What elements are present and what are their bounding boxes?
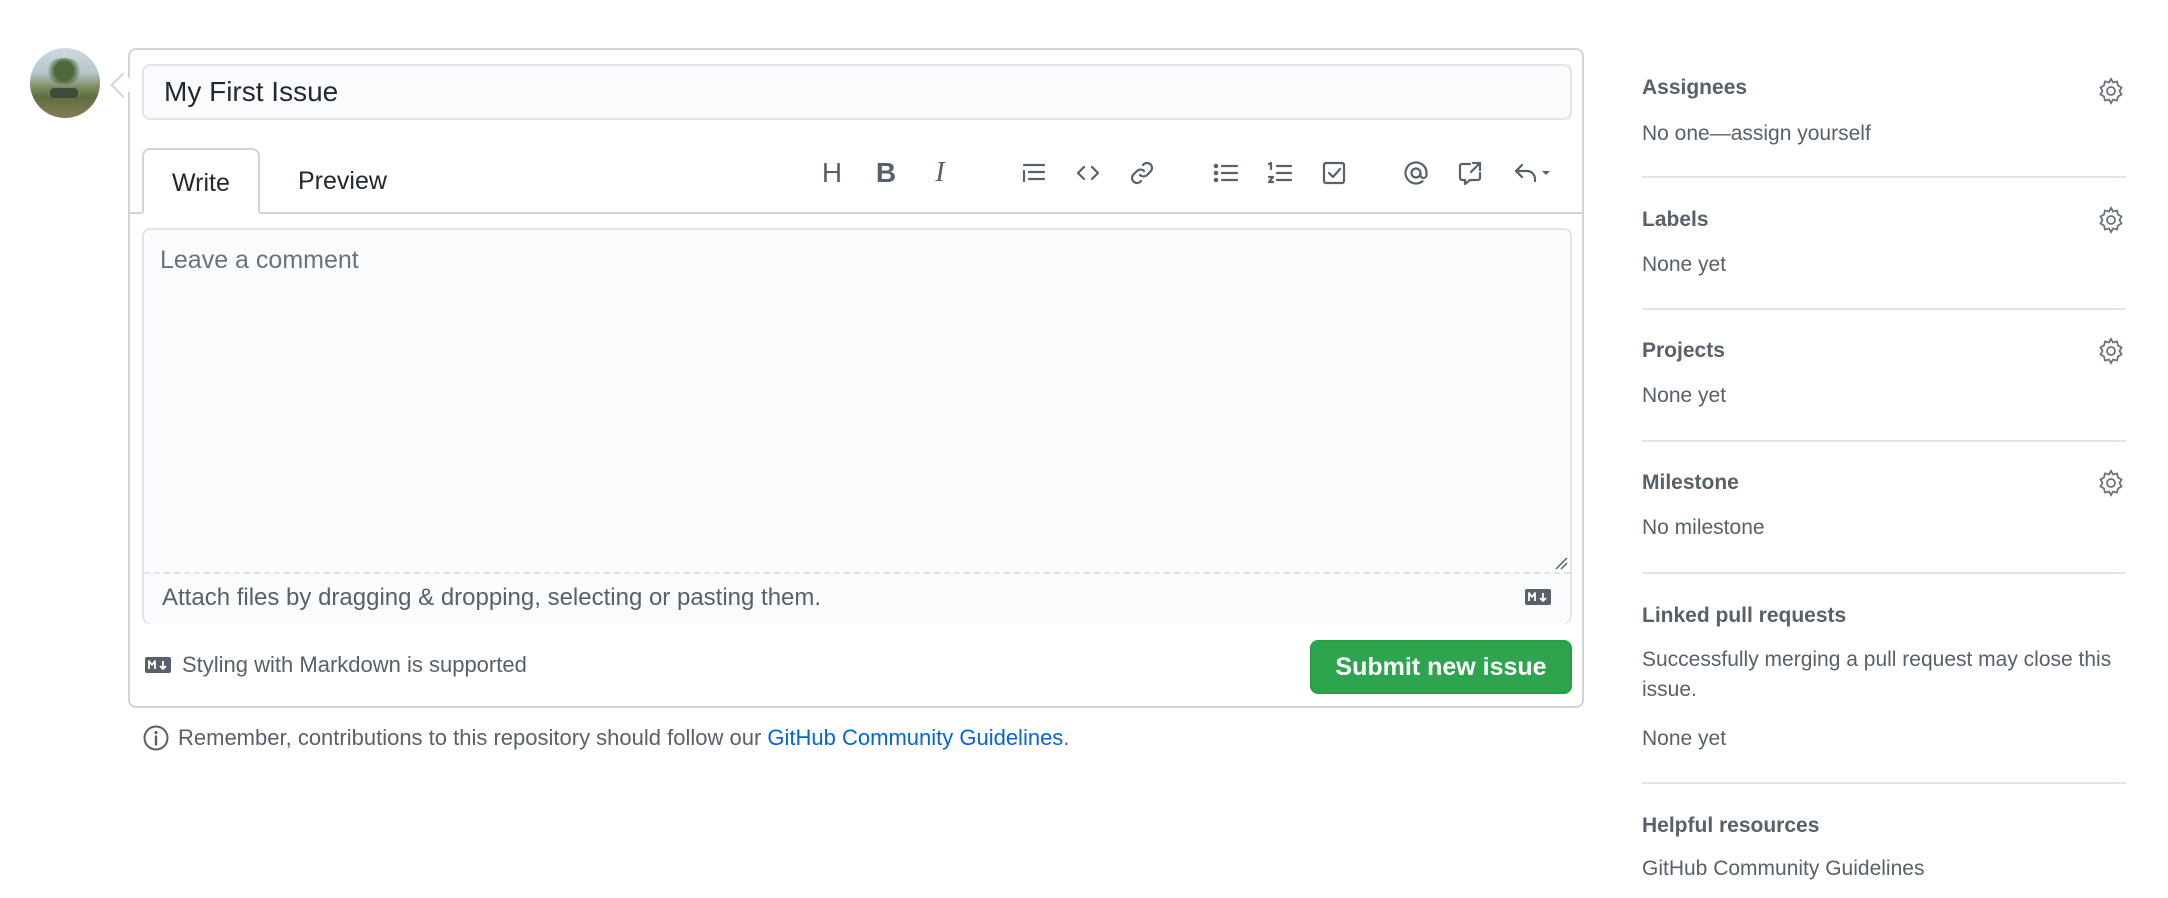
reminder-suffix: . (1063, 725, 1070, 750)
bold-button[interactable]: B (866, 150, 906, 196)
helpful-resources-heading: Helpful resources (1642, 814, 1820, 837)
markdown-icon (145, 657, 171, 673)
quote-icon (1022, 163, 1046, 183)
comment-placeholder: Leave a comment (160, 246, 359, 274)
milestone-gear-button[interactable] (2096, 468, 2126, 498)
milestone-heading[interactable]: Milestone (1642, 471, 1739, 495)
mention-icon (1404, 161, 1428, 185)
code-button[interactable] (1068, 150, 1108, 196)
sidebar-divider (1642, 440, 2126, 442)
reply-icon (1514, 163, 1537, 183)
gear-icon (2099, 206, 2123, 234)
projects-value: None yet (1642, 384, 1727, 407)
reminder-prefix: Remember, contributions to this reposito… (178, 725, 762, 750)
unordered-list-button[interactable] (1206, 150, 1246, 196)
sidebar-community-guidelines-link[interactable]: GitHub Community Guidelines (1642, 857, 1924, 881)
resize-handle-icon[interactable] (1552, 554, 1568, 570)
bold-icon: B (875, 157, 897, 188)
gear-icon (2099, 77, 2123, 105)
gear-icon (2099, 469, 2123, 497)
mention-button[interactable] (1396, 150, 1436, 196)
linked-pull-requests-description: Successfully merging a pull request may … (1642, 648, 2112, 701)
heading-icon: H (821, 157, 843, 188)
link-button[interactable] (1122, 150, 1162, 196)
community-guidelines-link[interactable]: GitHub Community Guidelines (767, 725, 1063, 750)
gear-icon (2099, 337, 2123, 365)
comment-textarea[interactable]: Leave a comment Attach files by dragging… (142, 228, 1572, 624)
markdown-support-text: Styling with Markdown is supported (182, 652, 527, 677)
task-list-icon (1322, 161, 1346, 185)
tab-write[interactable]: Write (142, 148, 260, 214)
sidebar-divider (1642, 176, 2126, 178)
contribution-reminder: Remember, contributions to this reposito… (142, 724, 1069, 752)
assignees-heading[interactable]: Assignees (1642, 76, 1747, 100)
attach-files-text: Attach files by dragging & dropping, sel… (162, 584, 822, 611)
link-icon (1130, 161, 1154, 185)
chevron-down-icon (1542, 171, 1550, 175)
ordered-list-icon (1267, 161, 1293, 184)
sidebar-divider (1642, 308, 2126, 310)
italic-icon: I (935, 157, 945, 188)
cross-reference-icon (1458, 161, 1482, 186)
reminder-text: Remember, contributions to this reposito… (178, 725, 1069, 751)
cross-reference-button[interactable] (1450, 150, 1490, 196)
task-list-button[interactable] (1314, 150, 1354, 196)
markdown-icon[interactable] (1524, 588, 1552, 606)
sidebar-divider (1642, 782, 2126, 784)
unordered-list-icon (1213, 163, 1239, 183)
tab-preview[interactable]: Preview (270, 148, 415, 214)
new-issue-page: My First Issue Write Preview H B I Leave… (0, 0, 2168, 898)
linked-pull-requests-value: None yet (1642, 727, 1727, 750)
projects-heading[interactable]: Projects (1642, 339, 1725, 363)
issue-title-input[interactable]: My First Issue (142, 64, 1572, 120)
markdown-support-note[interactable]: Styling with Markdown is supported (144, 652, 527, 678)
projects-gear-button[interactable] (2096, 336, 2126, 366)
saved-replies-button[interactable] (1504, 150, 1560, 196)
code-icon (1076, 165, 1100, 181)
ordered-list-button[interactable] (1260, 150, 1300, 196)
assignees-gear-button[interactable] (2096, 76, 2126, 106)
info-icon (143, 725, 169, 751)
heading-button[interactable]: H (812, 150, 852, 196)
milestone-value: No milestone (1642, 516, 1765, 539)
linked-pull-requests-heading: Linked pull requests (1642, 604, 1847, 627)
file-attach-area[interactable]: Attach files by dragging & dropping, sel… (144, 572, 1570, 624)
italic-button[interactable]: I (920, 150, 960, 196)
sidebar-divider (1642, 572, 2126, 574)
labels-value: None yet (1642, 253, 1727, 276)
quote-button[interactable] (1014, 150, 1054, 196)
labels-gear-button[interactable] (2096, 205, 2126, 235)
user-avatar[interactable] (30, 48, 100, 118)
assignees-value[interactable]: No one—assign yourself (1642, 122, 1871, 146)
submit-new-issue-button[interactable]: Submit new issue (1310, 640, 1572, 694)
labels-heading[interactable]: Labels (1642, 208, 1709, 232)
